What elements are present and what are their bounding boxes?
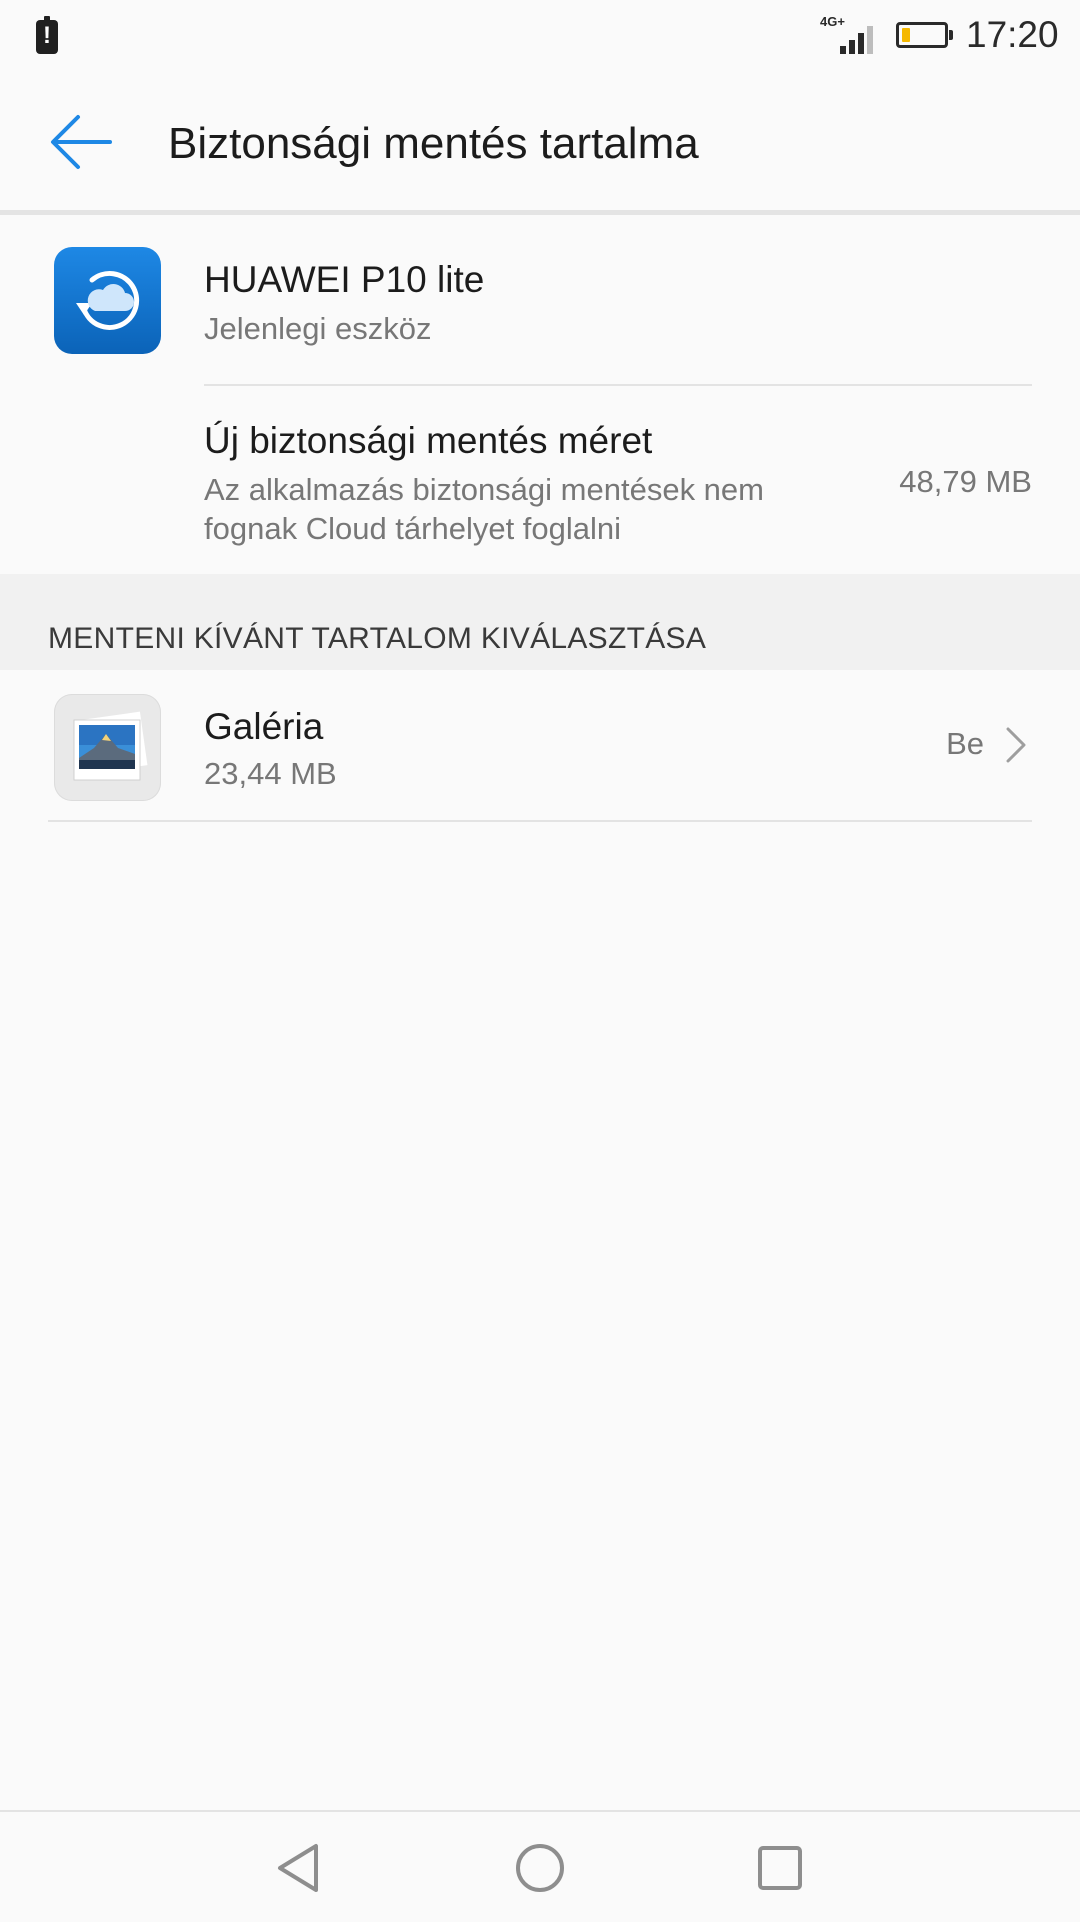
device-subtitle: Jelenlegi eszköz <box>204 311 432 346</box>
gallery-state: Be <box>946 726 984 761</box>
gallery-title: Galéria <box>204 706 324 747</box>
backup-cloud-icon <box>54 247 161 354</box>
section-header: MENTENI KÍVÁNT TARTALOM KIVÁLASZTÁSA <box>0 574 1080 670</box>
app-bar: Biztonsági mentés tartalma <box>0 72 1080 212</box>
gallery-icon <box>54 694 161 801</box>
backup-size-value: 48,79 MB <box>899 464 1032 499</box>
list-item-gallery[interactable]: Galéria 23,44 MB Be <box>0 670 1080 820</box>
network-label: 4G+ <box>820 14 845 29</box>
device-name: HUAWEI P10 lite <box>204 259 485 300</box>
divider <box>48 820 1032 822</box>
status-bar: ! 4G+ 17:20 <box>0 0 1080 72</box>
battery-alert-icon: ! <box>36 16 58 54</box>
device-row: HUAWEI P10 lite Jelenlegi eszköz <box>0 215 1080 385</box>
nav-recents-button[interactable] <box>750 1838 810 1898</box>
backup-size-description: Az alkalmazás biztonsági mentések nem fo… <box>204 472 764 546</box>
battery-fill <box>902 28 910 42</box>
status-time: 17:20 <box>966 14 1059 55</box>
nav-home-button[interactable] <box>510 1838 570 1898</box>
divider <box>204 384 1032 386</box>
back-button[interactable] <box>40 102 120 182</box>
section-label: MENTENI KÍVÁNT TARTALOM KIVÁLASZTÁSA <box>48 622 707 655</box>
arrow-left-icon <box>51 115 112 169</box>
backup-size-title: Új biztonsági mentés méret <box>204 420 653 461</box>
battery-icon <box>896 22 953 48</box>
nav-home-icon <box>516 1844 564 1892</box>
nav-recents-icon <box>758 1846 802 1890</box>
chevron-right-icon <box>1006 727 1026 763</box>
nav-back-icon <box>278 1844 318 1892</box>
page-title: Biztonsági mentés tartalma <box>168 119 699 168</box>
signal-icon: 4G+ <box>818 14 878 54</box>
navigation-bar <box>0 1810 1080 1922</box>
nav-back-button[interactable] <box>270 1838 330 1898</box>
gallery-size: 23,44 MB <box>204 756 337 791</box>
